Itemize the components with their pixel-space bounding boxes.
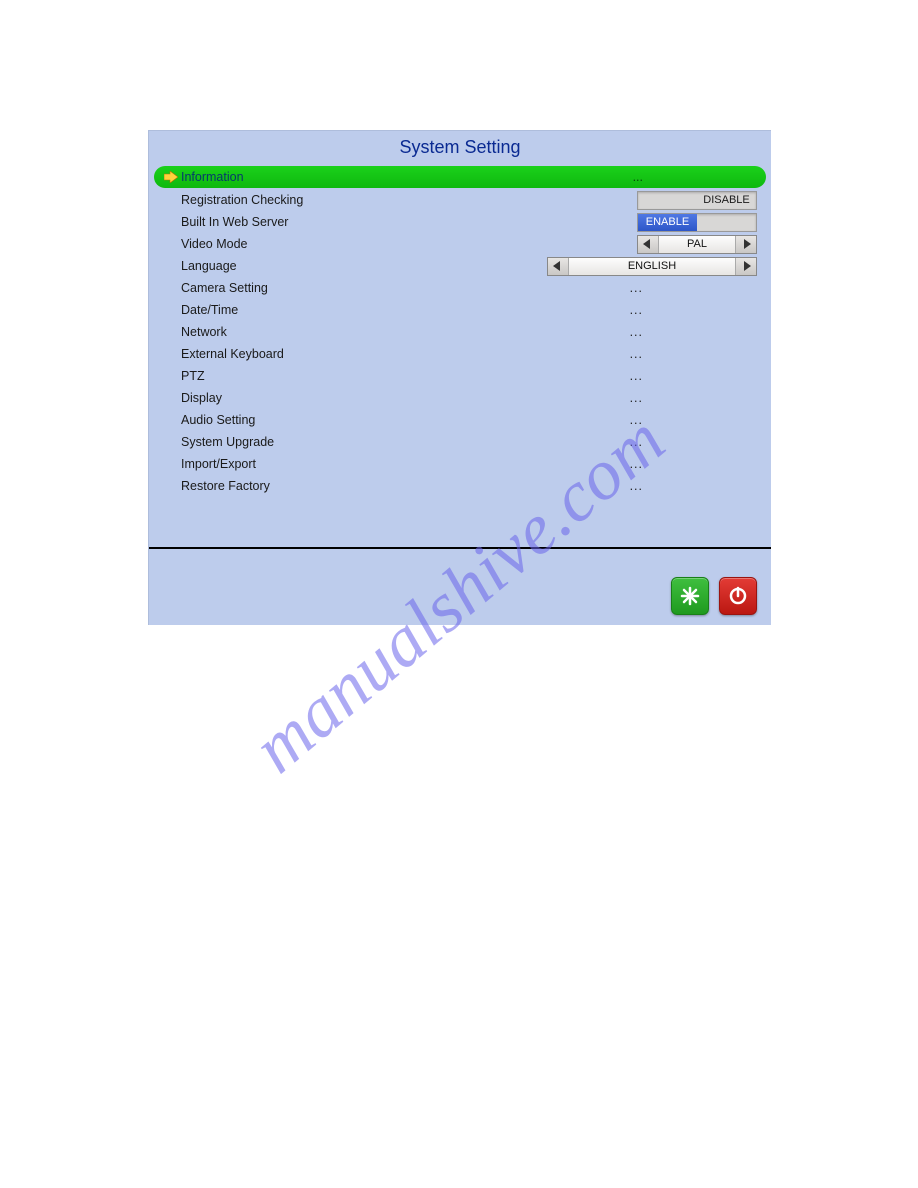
toggle-left: ENABLE	[638, 214, 697, 231]
menu-item-importexport[interactable]: Import/Export ...	[149, 453, 771, 475]
menu-item-network[interactable]: Network ...	[149, 321, 771, 343]
menu-label: Information	[181, 170, 441, 184]
menu-item-keyboard[interactable]: External Keyboard ...	[149, 343, 771, 365]
arrow-right-icon[interactable]	[735, 236, 756, 253]
menu-label: External Keyboard	[181, 347, 441, 361]
selector-value: PAL	[659, 236, 735, 253]
menu-value: ...	[630, 413, 757, 427]
cursor-arrow-icon	[163, 170, 179, 184]
menu-label: Display	[181, 391, 441, 405]
menu-value: ...	[630, 391, 757, 405]
menu-label: Registration Checking	[181, 193, 441, 207]
menu-item-information[interactable]: Information ...	[154, 166, 766, 188]
arrow-right-icon[interactable]	[735, 258, 756, 275]
apply-button[interactable]	[671, 577, 709, 615]
menu-item-display[interactable]: Display ...	[149, 387, 771, 409]
language-selector[interactable]: ENGLISH	[547, 257, 757, 276]
menu-value: ...	[630, 325, 757, 339]
toggle-left	[638, 192, 697, 209]
menu-label: Date/Time	[181, 303, 441, 317]
menu-label: Audio Setting	[181, 413, 441, 427]
menu-item-upgrade[interactable]: System Upgrade ...	[149, 431, 771, 453]
menu-item-language[interactable]: Language ENGLISH	[149, 255, 771, 277]
menu-item-ptz[interactable]: PTZ ...	[149, 365, 771, 387]
menu-item-registration[interactable]: Registration Checking DISABLE	[149, 189, 771, 211]
arrow-left-icon[interactable]	[638, 236, 659, 253]
menu-label: Restore Factory	[181, 479, 441, 493]
divider	[149, 547, 771, 549]
menu-value: ...	[630, 369, 757, 383]
footer-buttons	[671, 577, 757, 615]
menu-item-restore[interactable]: Restore Factory ...	[149, 475, 771, 497]
arrow-left-icon[interactable]	[548, 258, 569, 275]
registration-toggle[interactable]: DISABLE	[637, 191, 757, 210]
toggle-right: DISABLE	[697, 192, 756, 209]
menu-label: Video Mode	[181, 237, 441, 251]
power-icon	[727, 585, 749, 607]
menu-item-webserver[interactable]: Built In Web Server ENABLE	[149, 211, 771, 233]
menu-label: Import/Export	[181, 457, 441, 471]
menu-value: ...	[633, 170, 757, 184]
menu-item-audio[interactable]: Audio Setting ...	[149, 409, 771, 431]
videomode-selector[interactable]: PAL	[637, 235, 757, 254]
page-title: System Setting	[149, 131, 771, 166]
menu-label: Network	[181, 325, 441, 339]
asterisk-icon	[679, 585, 701, 607]
toggle-right	[697, 214, 756, 231]
menu-item-datetime[interactable]: Date/Time ...	[149, 299, 771, 321]
menu-value: ...	[630, 303, 757, 317]
system-setting-panel: System Setting Information ... Registrat…	[148, 130, 771, 625]
selector-value: ENGLISH	[569, 258, 735, 275]
menu-label: PTZ	[181, 369, 441, 383]
menu-item-videomode[interactable]: Video Mode PAL	[149, 233, 771, 255]
menu-label: Built In Web Server	[181, 215, 441, 229]
menu-value: ...	[630, 281, 757, 295]
menu-value: ...	[630, 435, 757, 449]
menu-label: System Upgrade	[181, 435, 441, 449]
menu-item-camera[interactable]: Camera Setting ...	[149, 277, 771, 299]
menu-value: ...	[630, 479, 757, 493]
webserver-toggle[interactable]: ENABLE	[637, 213, 757, 232]
menu-label: Camera Setting	[181, 281, 441, 295]
menu-value: ...	[630, 457, 757, 471]
power-button[interactable]	[719, 577, 757, 615]
menu-value: ...	[630, 347, 757, 361]
menu-label: Language	[181, 259, 441, 273]
